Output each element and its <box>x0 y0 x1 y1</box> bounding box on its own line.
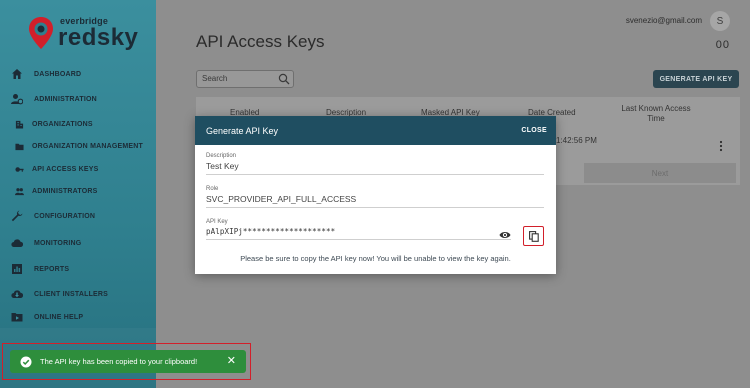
home-icon <box>0 68 34 80</box>
dialog-header: Generate API Key CLOSE <box>195 116 556 145</box>
description-value[interactable]: Test Key <box>206 159 544 175</box>
brand-name: redsky <box>58 24 139 51</box>
people-icon <box>0 187 32 196</box>
key-icon <box>0 165 32 174</box>
sidebar-item-label: ONLINE HELP <box>34 313 84 321</box>
copy-icon <box>528 230 539 242</box>
sidebar-item-label: MONITORING <box>34 239 82 247</box>
sidebar-item-label: CONFIGURATION <box>34 212 96 220</box>
dialog-title: Generate API Key <box>206 125 279 136</box>
sidebar-item-administration[interactable]: ADMINISTRATION <box>0 88 156 110</box>
clipboard-toast: The API key has been copied to your clip… <box>10 350 246 373</box>
sidebar-item-label: DASHBOARD <box>34 70 82 78</box>
toast-close-icon[interactable]: ✕ <box>227 356 236 367</box>
page-title: API Access Keys <box>196 32 325 51</box>
close-button[interactable]: CLOSE <box>521 127 547 134</box>
sidebar-item-configuration[interactable]: CONFIGURATION <box>0 205 156 227</box>
column-header-last-known-access-time[interactable]: Last Known Access Time <box>616 104 696 124</box>
copy-api-key-button[interactable] <box>523 226 544 246</box>
api-key-field[interactable]: API Key pAlpXIPj******************** <box>206 219 544 246</box>
folder-icon <box>0 142 32 151</box>
sidebar-item-label: ORGANIZATIONS <box>32 120 93 128</box>
api-key-value[interactable]: pAlpXIPj******************** <box>206 225 511 240</box>
role-value[interactable]: SVC_PROVIDER_API_FULL_ACCESS <box>206 192 544 208</box>
admin-icon <box>0 93 34 105</box>
role-field[interactable]: Role SVC_PROVIDER_API_FULL_ACCESS <box>206 186 544 208</box>
cloud-download-icon <box>0 288 34 300</box>
header-count: 00 <box>715 39 730 51</box>
sidebar-item-dashboard[interactable]: DASHBOARD <box>0 63 156 85</box>
sidebar-item-label: CLIENT INSTALLERS <box>34 290 109 298</box>
chart-icon <box>0 263 34 275</box>
sidebar-item-organizations[interactable]: ORGANIZATIONS <box>0 113 156 135</box>
building-icon <box>0 120 32 129</box>
sidebar-item-label: ADMINISTRATION <box>34 95 97 103</box>
help-folder-icon <box>0 311 34 323</box>
user-email: svenezio@gmail.com <box>625 16 702 25</box>
cloud-icon <box>0 237 34 249</box>
generate-api-key-dialog: Generate API Key CLOSE Description Test … <box>195 116 556 274</box>
sidebar-item-label: ADMINISTRATORS <box>32 187 98 195</box>
sidebar-item-label: REPORTS <box>34 265 70 273</box>
sidebar-item-online-help[interactable]: ONLINE HELP <box>0 306 156 328</box>
brand-logo[interactable]: everbridge redsky <box>28 12 148 52</box>
sidebar-item-administrators[interactable]: ADMINISTRATORS <box>0 180 156 202</box>
toast-message: The API key has been copied to your clip… <box>40 357 198 366</box>
eye-icon[interactable] <box>499 230 511 240</box>
table-cell-time: 1:42:56 PM <box>556 136 597 145</box>
sidebar-item-organization-management[interactable]: ORGANIZATION MANAGEMENT <box>0 135 156 157</box>
search-icon[interactable] <box>278 73 290 85</box>
sidebar-item-monitoring[interactable]: MONITORING <box>0 232 156 254</box>
check-circle-icon <box>20 356 32 367</box>
wrench-icon <box>0 210 34 222</box>
description-field[interactable]: Description Test Key <box>206 153 544 175</box>
sidebar: everbridge redsky DASHBOARD ADMINISTRATI… <box>0 0 156 388</box>
copy-warning-note: Please be sure to copy the API key now! … <box>240 254 511 263</box>
more-vert-icon[interactable] <box>719 140 723 152</box>
sidebar-item-label: ORGANIZATION MANAGEMENT <box>32 142 144 150</box>
sidebar-item-client-installers[interactable]: CLIENT INSTALLERS <box>0 283 156 305</box>
location-pin-icon <box>29 17 53 49</box>
avatar[interactable]: S <box>710 11 730 31</box>
sidebar-item-label: API ACCESS KEYS <box>32 165 99 173</box>
sidebar-item-api-access-keys[interactable]: API ACCESS KEYS <box>0 158 156 180</box>
generate-api-key-button[interactable]: GENERATE API KEY <box>653 70 739 88</box>
next-page-button[interactable]: Next <box>584 163 736 183</box>
sidebar-item-reports[interactable]: REPORTS <box>0 258 156 280</box>
